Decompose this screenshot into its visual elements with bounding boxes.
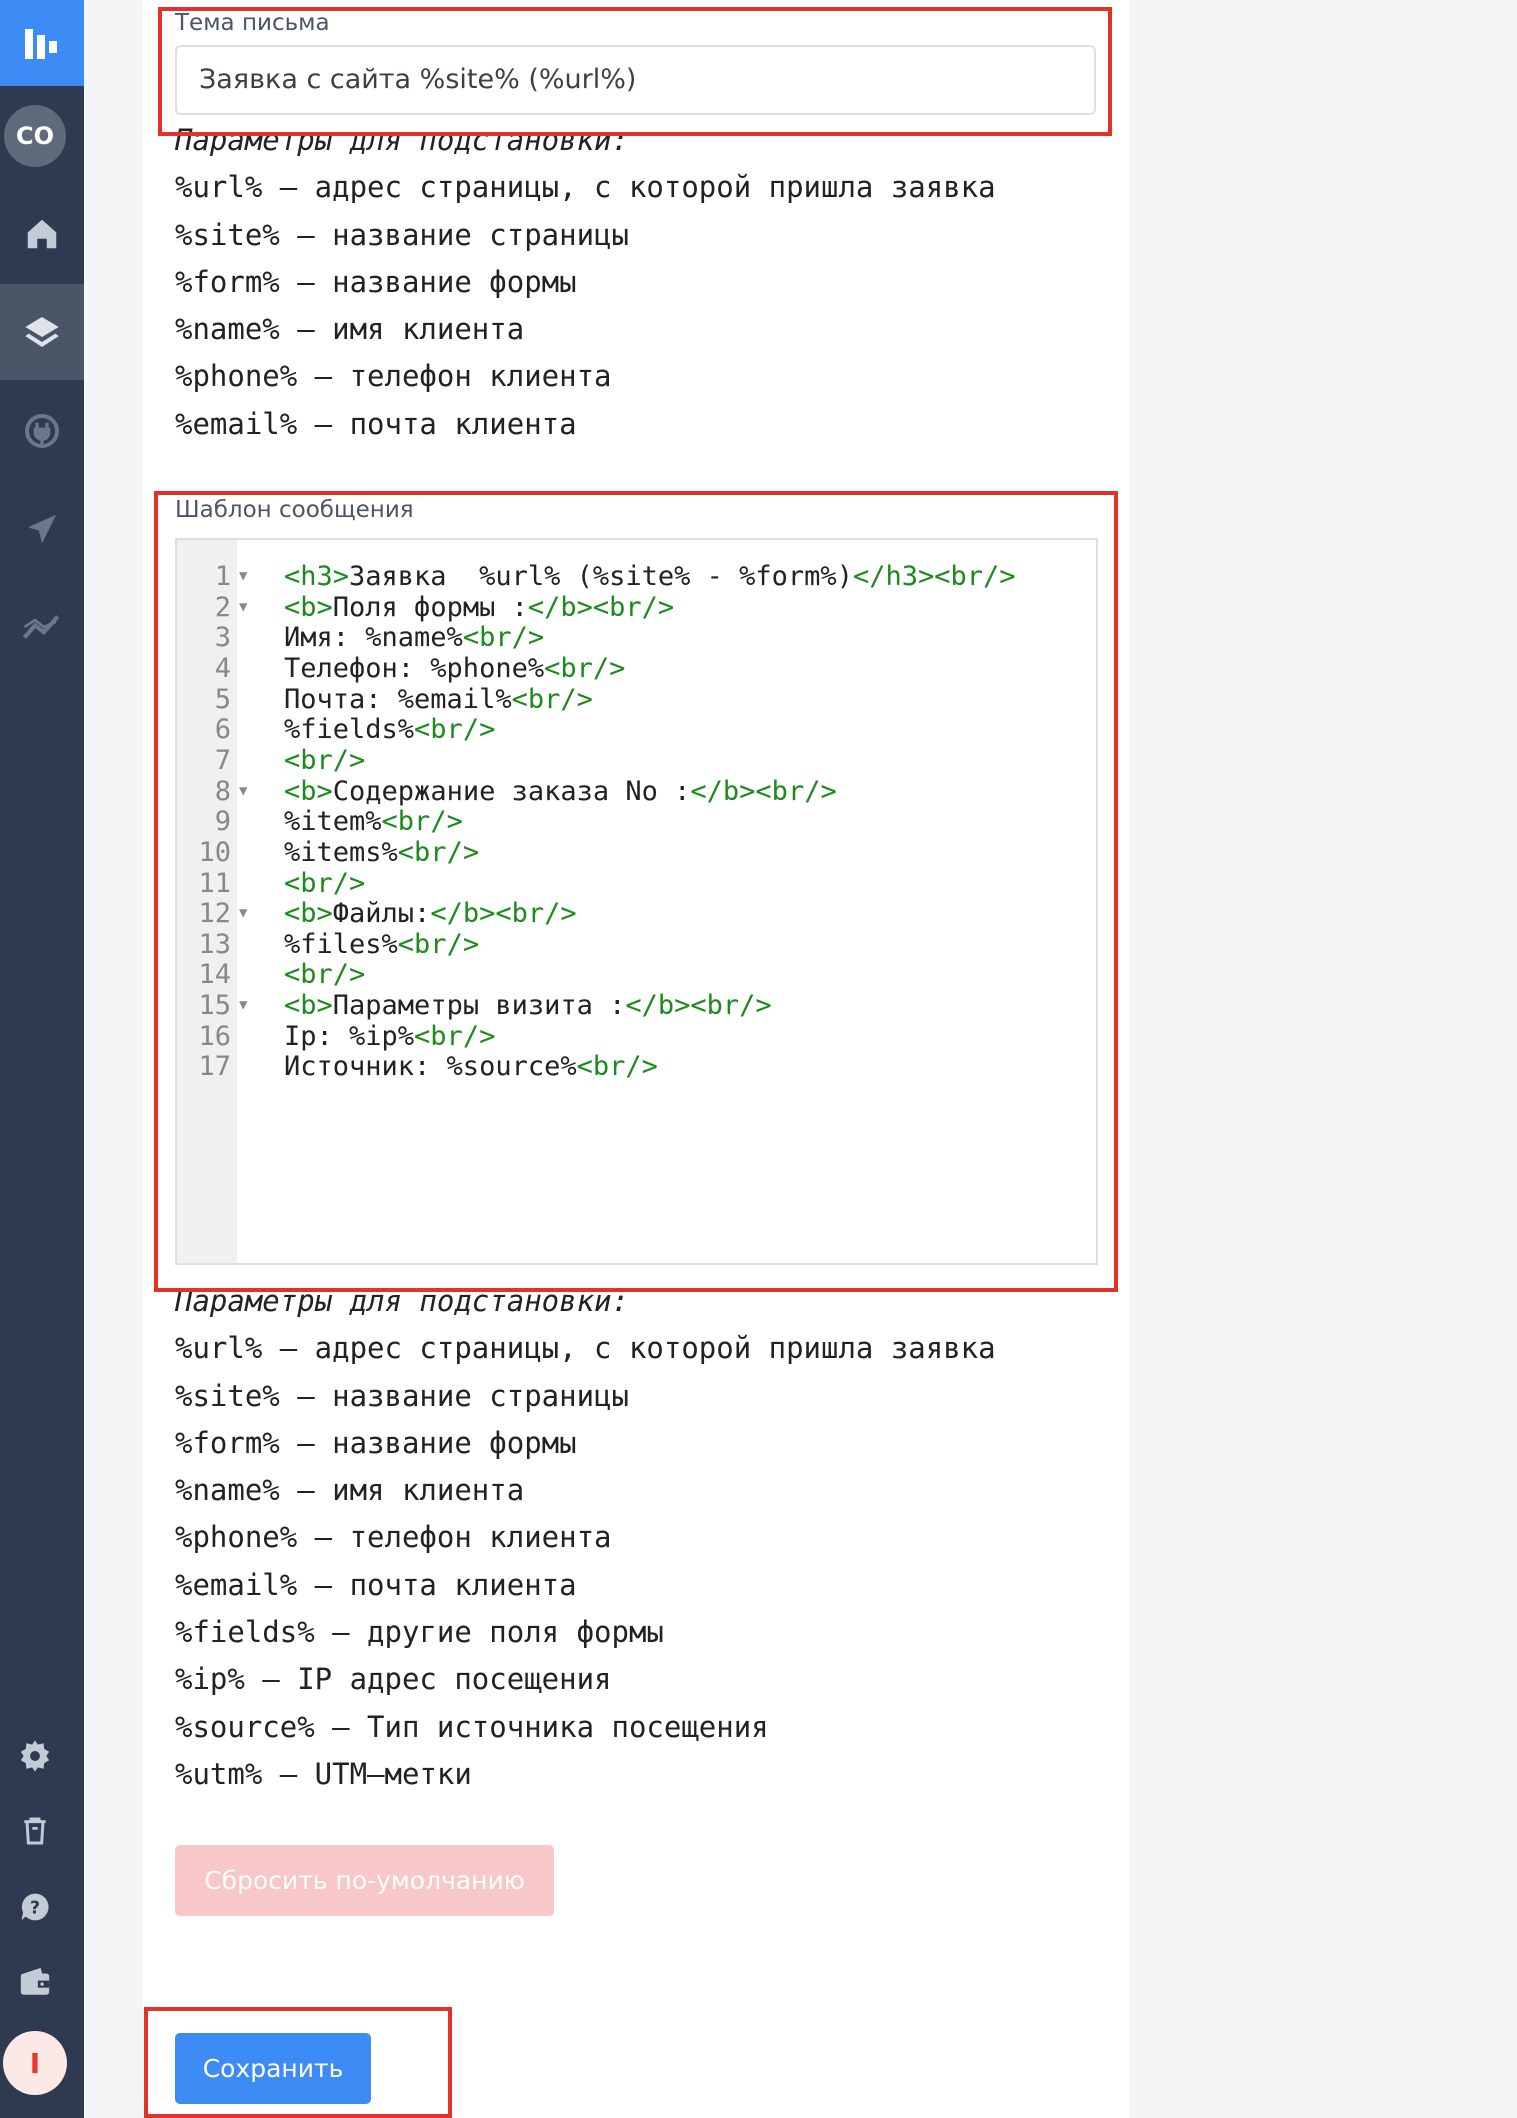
sidebar-item-layers[interactable] [0,284,84,380]
sidebar-item-integrations[interactable] [0,383,84,479]
send-icon [27,514,57,544]
param-line: %form% – название формы [175,1425,577,1460]
reset-default-button[interactable]: Сбросить по-умолчанию [175,1845,554,1916]
sidebar-item-settings[interactable] [0,1721,70,1791]
params-help-top: Параметры для подстановки: %url% – адрес … [175,117,996,448]
user-avatar[interactable]: I [3,2031,67,2095]
param-line: %name% – имя клиента [175,312,525,347]
param-line: %site% – название страницы [175,217,629,252]
sidebar-item-trash[interactable] [0,1796,70,1866]
sidebar-item-home[interactable] [0,186,84,282]
trash-icon [24,1817,46,1845]
param-line: %name% – имя клиента [175,1473,525,1508]
wallet-icon [20,1967,50,1995]
param-line: %phone% – телефон клиента [175,1520,612,1555]
param-line: %utm% – UTM–метки [175,1756,472,1791]
sidebar: CO ? I [0,0,84,2118]
param-line: %source% – Тип источника посещения [175,1709,769,1744]
highlight-box-template [154,491,1118,1292]
param-line: %ip% – IP адрес посещения [175,1662,612,1697]
svg-text:?: ? [30,1899,40,1919]
sidebar-item-analytics[interactable] [0,579,84,675]
param-line: %phone% – телефон клиента [175,359,612,394]
highlight-box-subject [158,7,1112,136]
workspace-avatar[interactable]: CO [4,105,66,167]
help-icon: ? [21,1893,49,1921]
param-line: %email% – почта клиента [175,1567,577,1602]
param-line: %site% – название страницы [175,1378,629,1413]
param-line: %url% – адрес страницы, с которой пришла… [175,1331,996,1366]
params-help-bottom: Параметры для подстановки: %url% – адрес … [175,1278,996,1798]
param-line: %url% – адрес страницы, с которой пришла… [175,170,996,205]
app-logo[interactable] [0,0,84,86]
sidebar-item-mailing[interactable] [0,481,84,577]
param-line: %form% – название формы [175,264,577,299]
param-line: %fields% – другие поля формы [175,1615,664,1650]
sidebar-item-help[interactable]: ? [0,1872,70,1942]
analytics-icon [22,615,60,639]
home-icon [27,219,57,249]
layers-icon [25,317,59,347]
app-logo-icon [25,29,57,59]
highlight-box-save [144,2007,452,2118]
param-line: %email% – почта клиента [175,406,577,441]
gear-icon [20,1740,50,1772]
plug-icon [25,414,59,448]
sidebar-item-wallet[interactable] [0,1947,70,2017]
